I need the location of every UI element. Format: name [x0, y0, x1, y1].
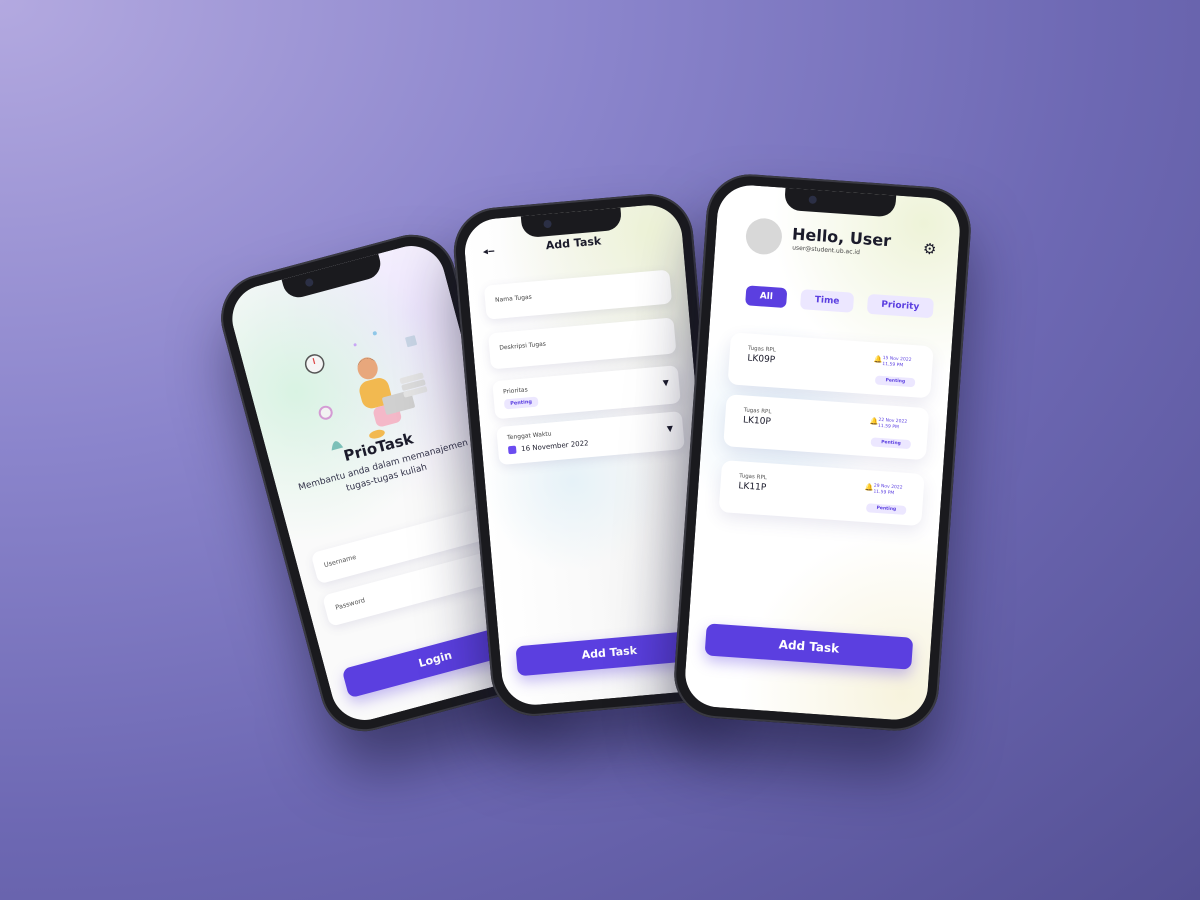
calendar-icon	[507, 445, 517, 455]
username-label: Username	[323, 552, 358, 570]
priority-label: Prioritas	[502, 386, 528, 396]
task-deadline: 22 Nov 2022 11.59 PM	[878, 418, 913, 433]
task-code: LK11P	[738, 481, 767, 494]
home-screen: Hello, User user@student.ub.ac.id ⚙ All …	[683, 183, 962, 722]
phone-notch	[783, 187, 897, 218]
phone-notch	[281, 253, 385, 301]
status-badge: Penting	[866, 503, 907, 515]
task-deadline: 15 Nov 2022 11.59 PM	[882, 356, 917, 371]
task-label: Tugas RPL	[743, 407, 772, 416]
task-code: LK10P	[742, 415, 772, 428]
task-label: Tugas RPL	[747, 345, 776, 354]
task-description-label: Deskripsi Tugas	[499, 340, 547, 352]
filter-all[interactable]: All	[745, 285, 788, 309]
priority-select[interactable]: Prioritas Penting ▼	[492, 365, 681, 420]
chevron-down-icon: ▼	[662, 378, 670, 388]
chevron-down-icon: ▼	[666, 423, 674, 434]
deadline-select[interactable]: Tenggat Waktu 16 November 2022 ▼	[496, 411, 685, 466]
password-label: Password	[334, 596, 366, 612]
status-badge: Penting	[870, 437, 912, 450]
task-name-field[interactable]: Nama Tugas	[483, 269, 673, 320]
filter-priority[interactable]: Priority	[866, 293, 934, 319]
filter-tabs: All Time Priority	[745, 285, 937, 319]
gear-icon[interactable]: ⚙	[922, 240, 937, 259]
task-card[interactable]: Tugas RPL LK10P 🔔 22 Nov 2022 11.59 PM P…	[723, 394, 930, 461]
task-card[interactable]: Tugas RPL LK11P 🔔 29 Nov 2022 11.59 PM P…	[718, 460, 925, 527]
filter-time[interactable]: Time	[800, 289, 855, 313]
task-card[interactable]: Tugas RPL LK09P 🔔 15 Nov 2022 11.59 PM P…	[727, 332, 934, 399]
task-deadline: 29 Nov 2022 11.59 PM	[873, 484, 908, 499]
deadline-value: 16 November 2022	[520, 439, 589, 454]
add-task-button[interactable]: Add Task	[704, 623, 914, 670]
phone-home: Hello, User user@student.ub.ac.id ⚙ All …	[671, 171, 974, 734]
task-code: LK09P	[747, 353, 776, 366]
avatar[interactable]	[744, 217, 784, 256]
task-description-field[interactable]: Deskripsi Tugas	[488, 317, 677, 370]
task-label: Tugas RPL	[738, 473, 767, 482]
status-badge: Penting	[875, 375, 916, 388]
priority-value: Penting	[503, 396, 539, 410]
task-name-label: Nama Tugas	[494, 293, 533, 304]
